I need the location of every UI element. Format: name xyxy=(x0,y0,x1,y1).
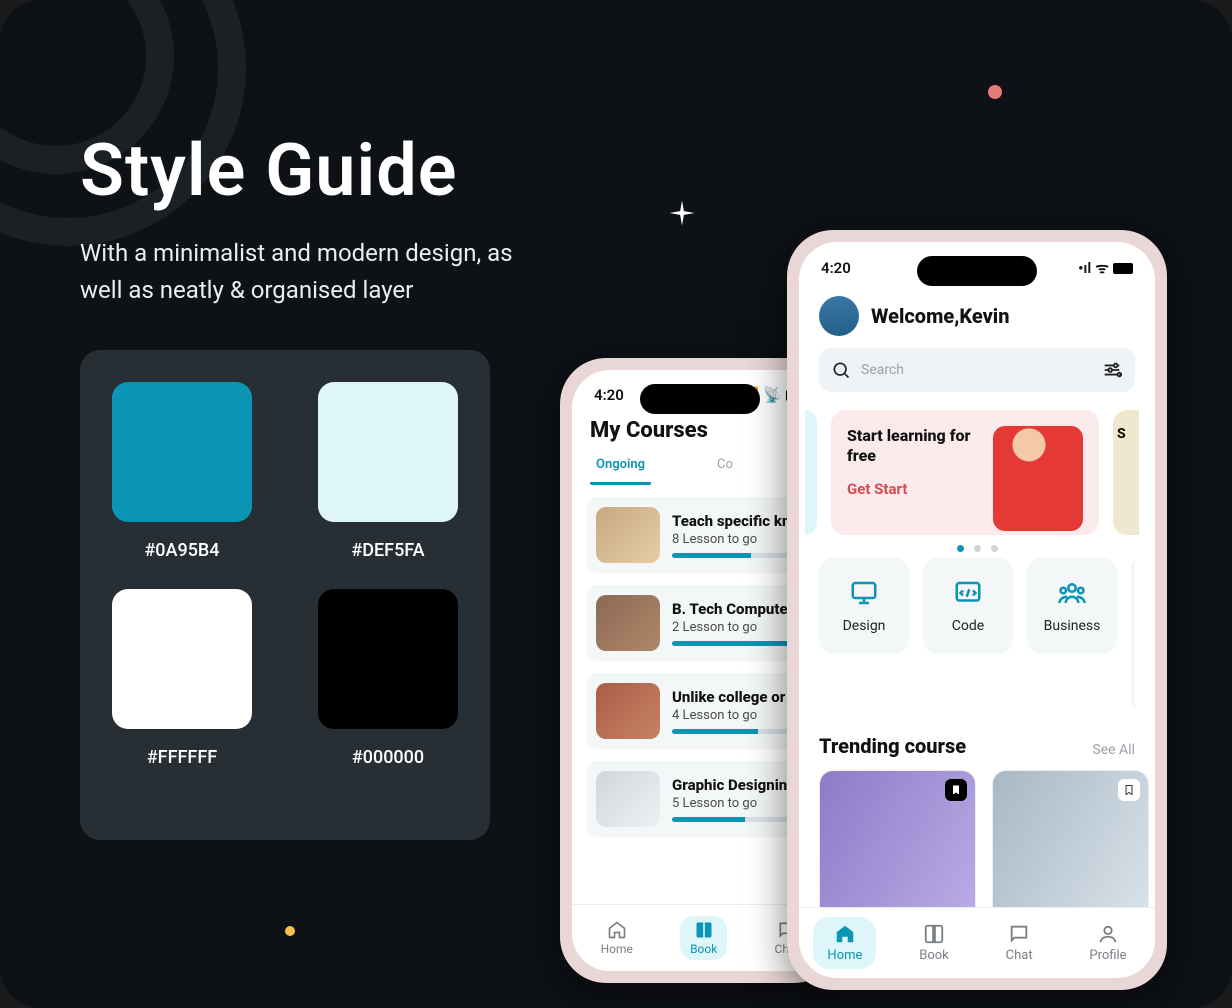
swatch-4: #000000 xyxy=(318,589,458,768)
course-subtext: 5 Lesson to go xyxy=(672,796,804,811)
nav-label: Profile xyxy=(1089,948,1126,963)
nav-label: Home xyxy=(601,942,633,956)
category-more[interactable]: F xyxy=(1131,558,1135,710)
nav-book[interactable]: Book xyxy=(680,916,727,960)
course-progress xyxy=(672,817,804,822)
decorative-star xyxy=(667,198,697,228)
swatch-chip xyxy=(318,382,458,522)
swatch-2: #DEF5FA xyxy=(318,382,458,561)
dot-active[interactable] xyxy=(957,545,964,552)
course-thumbnail xyxy=(596,595,660,651)
status-time: 4:20 xyxy=(594,386,624,404)
swatch-hex: #FFFFFF xyxy=(147,747,217,768)
category-label: Code xyxy=(952,618,984,634)
palette-panel: #0A95B4 #DEF5FA #FFFFFF #000000 xyxy=(80,350,490,840)
battery-icon xyxy=(1113,263,1133,274)
search-placeholder: Search xyxy=(861,362,1091,378)
see-all-link[interactable]: See All xyxy=(1092,742,1135,758)
signal-icon: •ıl xyxy=(1078,259,1091,277)
swatch-chip xyxy=(318,589,458,729)
course-name: Unlike college or p xyxy=(672,688,804,706)
section-title: Trending course xyxy=(819,734,966,758)
swatch-hex: #DEF5FA xyxy=(351,540,424,561)
course-progress xyxy=(672,641,804,646)
style-guide-artboard: Style Guide With a minimalist and modern… xyxy=(0,0,1232,1008)
dot[interactable] xyxy=(974,545,981,552)
course-subtext: 8 Lesson to go xyxy=(672,532,804,547)
phone-mockup-home: 4:20 •ıl ᯤ Welcome,Kevin Search xyxy=(787,230,1167,990)
welcome-text: Welcome,Kevin xyxy=(871,304,1009,328)
screen-title: My Courses xyxy=(590,418,810,443)
category-code[interactable]: Code xyxy=(923,558,1013,654)
tab-completed[interactable]: Co xyxy=(711,449,739,485)
nav-label: Chat xyxy=(1006,948,1033,963)
banner-prev-peek[interactable] xyxy=(805,410,817,535)
phone-notch xyxy=(917,256,1037,286)
banner-illustration xyxy=(993,426,1083,519)
nav-book[interactable]: Book xyxy=(905,917,963,969)
course-progress xyxy=(672,553,804,558)
course-thumbnail xyxy=(596,771,660,827)
nav-profile[interactable]: Profile xyxy=(1075,917,1140,969)
course-thumbnail xyxy=(596,507,660,563)
page-title: Style Guide xyxy=(80,128,457,213)
search-icon xyxy=(831,360,851,380)
nav-label: Book xyxy=(690,942,717,956)
category-label: Design xyxy=(843,618,886,634)
nav-label: Home xyxy=(827,948,862,963)
category-design[interactable]: Design xyxy=(819,558,909,654)
banner-next-peek[interactable]: S xyxy=(1113,410,1139,535)
nav-label: Book xyxy=(919,948,949,963)
course-name: B. Tech Computer xyxy=(672,600,804,618)
phone-notch xyxy=(640,384,760,414)
promo-banner[interactable]: Start learning for free Get Start xyxy=(831,410,1099,535)
course-name: Graphic Designing xyxy=(672,776,804,794)
banner-cta[interactable]: Get Start xyxy=(847,480,987,498)
swatch-1: #0A95B4 xyxy=(112,382,252,561)
swatch-chip xyxy=(112,589,252,729)
course-subtext: 2 Lesson to go xyxy=(672,620,804,635)
nav-home[interactable]: Home xyxy=(591,916,643,960)
nav-home[interactable]: Home xyxy=(813,917,876,969)
decorative-dot-yellow xyxy=(285,926,295,936)
course-row[interactable]: B. Tech Computer 2 Lesson to go xyxy=(586,585,814,661)
wifi-icon: 📡 xyxy=(763,386,782,404)
course-row[interactable]: Graphic Designing 5 Lesson to go xyxy=(586,761,814,837)
bookmark-icon[interactable] xyxy=(945,779,967,801)
swatch-hex: #0A95B4 xyxy=(144,540,219,561)
filter-icon[interactable] xyxy=(1101,359,1123,381)
course-row[interactable]: Unlike college or p 4 Lesson to go xyxy=(586,673,814,749)
page-subtitle: With a minimalist and modern design, as … xyxy=(80,235,550,309)
course-name: Teach specific kn xyxy=(672,512,804,530)
course-row[interactable]: Teach specific kn 8 Lesson to go xyxy=(586,497,814,573)
carousel-dots xyxy=(799,545,1155,552)
status-time: 4:20 xyxy=(821,259,851,277)
course-subtext: 4 Lesson to go xyxy=(672,708,804,723)
swatch-3: #FFFFFF xyxy=(112,589,252,768)
swatch-chip xyxy=(112,382,252,522)
swatch-hex: #000000 xyxy=(352,747,424,768)
course-thumbnail xyxy=(596,683,660,739)
nav-chat[interactable]: Chat xyxy=(992,917,1047,969)
banner-title: Start learning for free xyxy=(847,426,987,466)
dot[interactable] xyxy=(991,545,998,552)
decorative-dot-red xyxy=(988,85,1002,99)
bookmark-icon[interactable] xyxy=(1118,779,1140,801)
course-progress xyxy=(672,729,804,734)
category-business[interactable]: Business xyxy=(1027,558,1117,654)
tab-ongoing[interactable]: Ongoing xyxy=(590,449,651,485)
status-icons: •ıl ᯤ xyxy=(1078,258,1133,278)
wifi-icon: ᯤ xyxy=(1095,258,1109,278)
search-field[interactable]: Search xyxy=(819,348,1135,392)
category-label: Business xyxy=(1044,618,1101,634)
avatar[interactable] xyxy=(819,296,859,336)
